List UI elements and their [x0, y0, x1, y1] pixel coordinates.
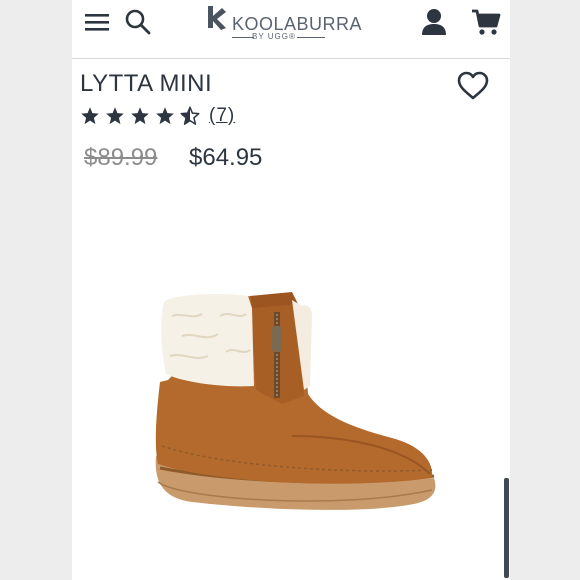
wishlist-heart-icon[interactable]	[456, 70, 490, 102]
product-page: KOOLABURRA BY UGG® LYTTA MINI (7) $89.99…	[72, 0, 510, 580]
left-margin	[0, 0, 72, 580]
star-full-icon	[156, 107, 174, 125]
account-icon[interactable]	[418, 6, 450, 38]
menu-icon[interactable]	[82, 6, 114, 38]
scrollbar[interactable]	[504, 478, 509, 578]
star-full-icon	[131, 107, 149, 125]
site-header: KOOLABURRA BY UGG®	[72, 0, 510, 59]
cart-icon[interactable]	[470, 6, 502, 38]
logo-subtitle: BY UGG®	[252, 32, 296, 41]
star-half-icon	[180, 106, 200, 125]
product-title: LYTTA MINI	[80, 70, 213, 97]
star-full-icon	[106, 107, 124, 125]
review-count-link[interactable]: (7)	[209, 105, 235, 127]
koala-logo-icon	[208, 6, 226, 30]
logo-rule-left	[232, 37, 254, 38]
original-price: $89.99	[84, 144, 158, 171]
search-icon[interactable]	[122, 6, 154, 38]
product-boot-image[interactable]	[142, 286, 442, 526]
star-full-icon	[81, 107, 99, 125]
rating-stars[interactable]: (7)	[80, 104, 235, 128]
brand-logo[interactable]: KOOLABURRA BY UGG®	[202, 2, 362, 46]
logo-rule-right	[297, 37, 325, 38]
sale-price: $64.95	[189, 144, 263, 171]
right-margin	[510, 0, 580, 580]
